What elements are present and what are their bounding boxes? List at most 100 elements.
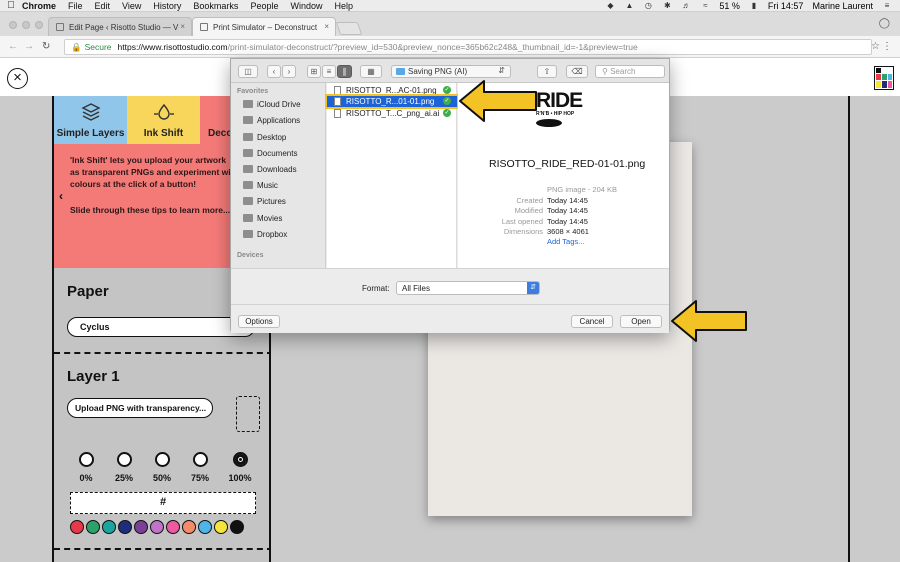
drive-icon[interactable]: ▲ <box>624 2 634 10</box>
hex-color-input[interactable]: # <box>70 492 256 514</box>
sidebar-item-music[interactable]: Music <box>243 181 278 193</box>
forward-icon[interactable]: › <box>282 65 296 78</box>
tab-print-simulator[interactable]: Print Simulator – Deconstruct × <box>192 17 336 36</box>
color-swatch[interactable] <box>86 520 100 534</box>
menu-bookmarks[interactable]: Bookmarks <box>193 1 238 11</box>
gallery-view-icon[interactable]: ▦ <box>360 65 382 78</box>
battery-level[interactable]: 51 % <box>719 1 740 11</box>
close-simulator-icon[interactable]: × <box>7 68 28 89</box>
color-swatch[interactable] <box>198 520 212 534</box>
sidebar-item-pictures[interactable]: Pictures <box>243 197 286 209</box>
opacity-option-25[interactable]: 25% <box>114 452 134 483</box>
location-popup[interactable]: Saving PNG (AI) ⇵ <box>391 65 511 78</box>
color-swatch[interactable] <box>102 520 116 534</box>
options-button[interactable]: Options <box>238 315 280 328</box>
share-icon[interactable]: ⇧ <box>537 65 557 78</box>
divider <box>54 548 269 550</box>
apple-icon[interactable]:  <box>0 0 22 11</box>
sidebar-toggle-icon[interactable]: ◫ <box>238 65 258 78</box>
tab-edit-page[interactable]: Edit Page ‹ Risotto Studio — V × <box>48 17 192 36</box>
file-row-selected[interactable]: RISOTTO_R...01-01.png ✓ <box>325 94 459 109</box>
bluetooth-icon[interactable]: ✱ <box>662 2 672 10</box>
sidebar-item-downloads[interactable]: Downloads <box>243 165 297 177</box>
sidebar-item-applications[interactable]: Applications <box>243 116 300 128</box>
search-field[interactable]: ⚲ Search <box>595 65 665 78</box>
color-swatch[interactable] <box>166 520 180 534</box>
clock[interactable]: Fri 14:57 <box>768 1 804 11</box>
cloud-icon <box>243 100 253 108</box>
dropbox-icon[interactable]: ◆ <box>605 2 615 10</box>
lock-icon[interactable]: 🔒 <box>71 42 82 52</box>
file-name: RISOTTO_R...AC-01.png <box>346 86 437 95</box>
sidebar-item-icloud[interactable]: iCloud Drive <box>243 100 301 112</box>
color-swatch[interactable] <box>70 520 84 534</box>
menu-edit[interactable]: Edit <box>95 1 111 11</box>
secure-label: Secure <box>84 42 112 52</box>
user-name[interactable]: Marine Laurent <box>812 1 873 11</box>
open-button[interactable]: Open <box>620 315 662 328</box>
zoom-window-button[interactable] <box>35 21 43 29</box>
tag-icon[interactable]: ⌫ <box>566 65 588 78</box>
list-view-icon[interactable]: ≡ <box>322 65 336 78</box>
color-swatch[interactable] <box>214 520 228 534</box>
bookmark-star-icon[interactable]: ☆ <box>871 41 880 52</box>
opacity-option-50[interactable]: 50% <box>152 452 172 483</box>
upload-png-button[interactable]: Upload PNG with transparency... <box>67 398 213 418</box>
sidebar-item-desktop[interactable]: Desktop <box>243 133 286 145</box>
close-window-button[interactable] <box>9 21 17 29</box>
forward-icon[interactable]: → <box>24 41 34 52</box>
opacity-option-75[interactable]: 75% <box>190 452 210 483</box>
chevron-left-icon[interactable]: ‹ <box>59 190 63 202</box>
tab-ink-shift[interactable]: Ink Shift <box>127 96 200 144</box>
menu-window[interactable]: Window <box>290 1 322 11</box>
menu-app[interactable]: Chrome <box>22 1 56 11</box>
meta-row: Modified Today 14:45 <box>458 206 669 216</box>
menu-people[interactable]: People <box>250 1 278 11</box>
close-tab-icon[interactable]: × <box>324 22 329 31</box>
new-tab-button[interactable] <box>335 22 363 35</box>
sidebar-item-dropbox[interactable]: Dropbox <box>243 230 287 242</box>
address-bar[interactable]: 🔒 Secure https://www.risottostudio.com/pri… <box>64 39 872 55</box>
notification-center-icon[interactable]: ≡ <box>882 2 892 10</box>
cancel-button[interactable]: Cancel <box>571 315 613 328</box>
profile-icon[interactable]: ◯ <box>879 18 890 29</box>
volume-icon[interactable]: ♬ <box>681 2 691 10</box>
file-row[interactable]: RISOTTO_R...AC-01.png ✓ <box>327 85 457 96</box>
minimize-window-button[interactable] <box>22 21 30 29</box>
color-swatch[interactable] <box>134 520 148 534</box>
menu-view[interactable]: View <box>122 1 141 11</box>
file-row[interactable]: RISOTTO_T...C_png_ai.ai ✓ <box>327 108 457 119</box>
sidebar-item-movies[interactable]: Movies <box>243 214 282 226</box>
menu-help[interactable]: Help <box>334 1 353 11</box>
lips-icon <box>536 119 562 127</box>
sidebar-item-label: Downloads <box>257 165 297 174</box>
icon-view-icon[interactable]: ⊞ <box>307 65 321 78</box>
format-select[interactable]: All Files ⇵ <box>396 281 540 295</box>
back-icon[interactable]: ← <box>8 41 18 52</box>
color-swatch[interactable] <box>118 520 132 534</box>
ride-logo-subtext: R'N'B • HIP HOP <box>536 111 575 117</box>
color-swatch[interactable] <box>182 520 196 534</box>
opacity-option-0[interactable]: 0% <box>76 452 96 483</box>
chrome-menu-icon[interactable]: ⋮ <box>882 41 892 52</box>
opacity-label: 0% <box>79 473 93 483</box>
color-swatch[interactable] <box>230 520 244 534</box>
paper-select[interactable]: Cyclus <box>67 317 255 337</box>
back-icon[interactable]: ‹ <box>267 65 281 78</box>
column-view-icon[interactable]: ∥ <box>337 65 352 78</box>
color-swatch[interactable] <box>150 520 164 534</box>
add-tags-link[interactable]: Add Tags... <box>547 237 584 246</box>
sidebar-item-documents[interactable]: Documents <box>243 149 297 161</box>
menu-file[interactable]: File <box>68 1 83 11</box>
close-tab-icon[interactable]: × <box>180 22 185 31</box>
risotto-logo-icon[interactable] <box>874 66 894 90</box>
tab-simple-layers[interactable]: Simple Layers <box>54 96 127 144</box>
meta-row: Last opened Today 14:45 <box>458 217 669 227</box>
menu-history[interactable]: History <box>153 1 181 11</box>
meta-row: Created Today 14:45 <box>458 196 669 206</box>
layer-drop-zone[interactable] <box>236 396 260 432</box>
timemachine-icon[interactable]: ◷ <box>643 2 653 10</box>
reload-icon[interactable]: ↻ <box>42 41 50 52</box>
opacity-option-100[interactable]: 100% <box>226 452 254 483</box>
wifi-icon[interactable]: ≈ <box>700 2 710 10</box>
